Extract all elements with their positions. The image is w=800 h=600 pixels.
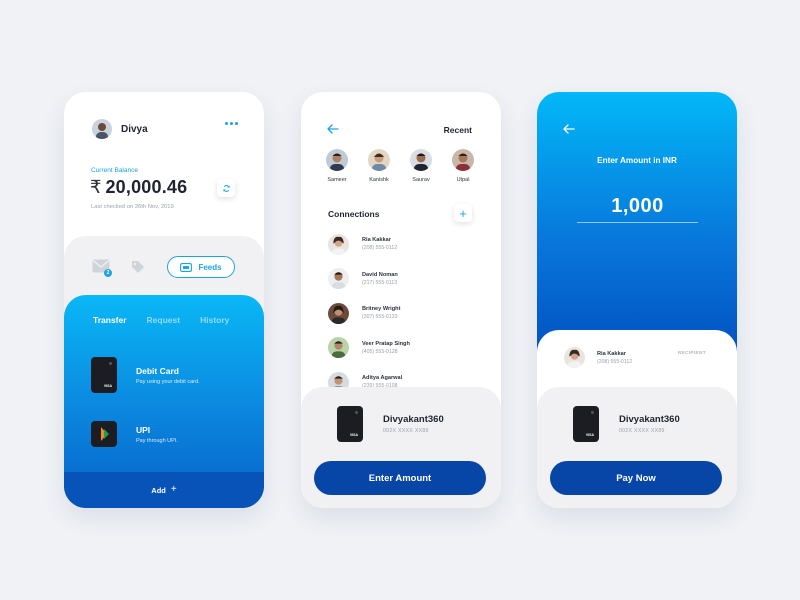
profile-header[interactable]: Divya [92,119,148,139]
recent-contact[interactable]: Saurav [409,149,433,183]
recipient-row[interactable]: Ria Kakkar (208) 555-0112 [564,347,632,368]
back-arrow-icon[interactable] [563,124,575,134]
recent-contact-name: Kanishk [369,177,389,183]
refresh-icon [222,184,230,192]
contact-name: David Noman [362,271,398,278]
card-chip-icon [109,362,112,365]
enter-amount-button[interactable]: Enter Amount [314,461,486,495]
recent-contact-name: Saurav [412,177,430,183]
avatar [328,337,349,358]
debit-card-icon: VISA [91,357,117,393]
recent-contacts: Sameer Kanishk Saurav Utpal [325,149,475,183]
upi-subtitle: Pay through UPI. [136,437,178,444]
tab-request[interactable]: Request [147,315,181,325]
avatar [326,149,348,171]
contact-phone: (208) 555-0112 [362,245,398,251]
card-holder-name: Divyakant360 [619,414,680,425]
amount-screen: Enter Amount in INR Ria Kakkar (208) 555… [537,92,737,508]
avatar [452,149,474,171]
transfer-tabs: Transfer Request History [93,315,229,325]
selected-card[interactable]: VISA Divyakant360 002X XXXX XX89 [337,406,444,442]
recipient-tag: RECIPIENT [677,351,706,356]
balance-amount: 20,000.46 [105,177,188,197]
avatar [368,149,390,171]
card-chip-icon [591,411,594,414]
debit-card-subtitle: Pay using your debit card. [136,378,200,385]
tab-transfer[interactable]: Transfer [93,315,127,325]
avatar [328,268,349,289]
last-checked-text: Last checked on 26th Nov, 2019 [91,204,174,210]
recipient-name: Ria Kakkar [597,350,626,357]
debit-card-title: Debit Card [136,365,179,376]
contact-name: Ria Kakkar [362,237,391,243]
feeds-button[interactable]: Feeds [167,256,235,278]
card-chip-icon [355,411,358,414]
visa-label: VISA [585,433,594,437]
contact-phone: (307) 555-0133 [362,314,398,320]
card-number: 002X XXXX XX89 [619,428,665,434]
contact-row[interactable]: Britney Wright (307) 555-0133 [328,302,410,324]
pay-now-button[interactable]: Pay Now [550,461,722,495]
connections-title: Connections [328,209,380,219]
more-options-icon[interactable] [225,122,238,125]
avatar [564,347,585,368]
upi-title: UPI [136,424,151,435]
upi-logo-icon [91,421,117,447]
debit-card-icon: VISA [573,406,599,442]
upi-option[interactable]: UPI Pay through UPI. [91,421,178,447]
enter-amount-label: Enter Amount [368,472,432,484]
add-label: Add [151,485,166,495]
plus-icon: + [459,205,467,221]
visa-label: VISA [349,433,358,437]
wallet-screen: Divya Current Balance ₹ 20,000.46 Last c… [64,92,264,508]
back-arrow-icon[interactable] [327,124,339,134]
avatar [410,149,432,171]
avatar [328,233,349,255]
currency-symbol: ₹ [90,177,102,197]
user-name: Divya [121,123,148,135]
amount-input[interactable] [577,191,698,223]
recent-contact[interactable]: Utpal [451,149,475,183]
contact-phone: (217) 555-0113 [362,279,398,286]
contact-row[interactable]: Ria Kakkar (208) 555-0112 [328,233,410,255]
ticket-icon [180,262,193,272]
visa-label: VISA [103,384,112,388]
recent-contact-name: Utpal [456,177,470,183]
tab-history[interactable]: History [200,315,229,325]
contact-name: Veer Pratap Singh [362,340,410,347]
balance-label: Current Balance [91,167,138,174]
refresh-button[interactable] [217,179,235,197]
contact-row[interactable]: Veer Pratap Singh (405) 555-0128 [328,337,410,359]
recent-contact[interactable]: Sameer [325,149,349,183]
selected-card[interactable]: VISA Divyakant360 002X XXXX XX89 [573,406,680,442]
recent-contact[interactable]: Kanishk [367,149,391,183]
contact-row[interactable]: David Noman (217) 555-0113 [328,268,410,290]
add-connection-button[interactable]: + [454,204,472,222]
user-avatar [92,119,112,139]
card-holder-name: Divyakant360 [383,414,444,425]
pay-now-label: Pay Now [616,472,656,484]
amount-title: Enter Amount in INR [597,156,677,165]
contact-name: Britney Wright [362,306,401,312]
contact-name: Aditya Agarwal [362,375,403,381]
recipient-phone: (208) 555-0112 [597,358,633,365]
add-payment-method-button[interactable]: Add + [64,472,264,508]
contacts-screen: Recent Sameer Kanishk Saurav Utpal Conne… [301,92,501,508]
plus-icon: + [170,484,177,495]
connections-list: Ria Kakkar (208) 555-0112 David Noman (2… [328,233,410,406]
balance-row: ₹ 20,000.46 [90,177,187,198]
debit-card-icon: VISA [337,406,363,442]
notification-badge: 2 [104,269,112,277]
contact-phone: (405) 555-0128 [362,348,398,355]
tag-icon[interactable] [131,260,145,274]
recent-title: Recent [443,125,472,135]
recent-contact-name: Sameer [327,177,347,183]
card-number: 002X XXXX XX89 [383,428,429,434]
feeds-label: Feeds [198,262,222,272]
debit-card-option[interactable]: VISA Debit Card Pay using your debit car… [91,357,200,393]
avatar [328,302,349,324]
